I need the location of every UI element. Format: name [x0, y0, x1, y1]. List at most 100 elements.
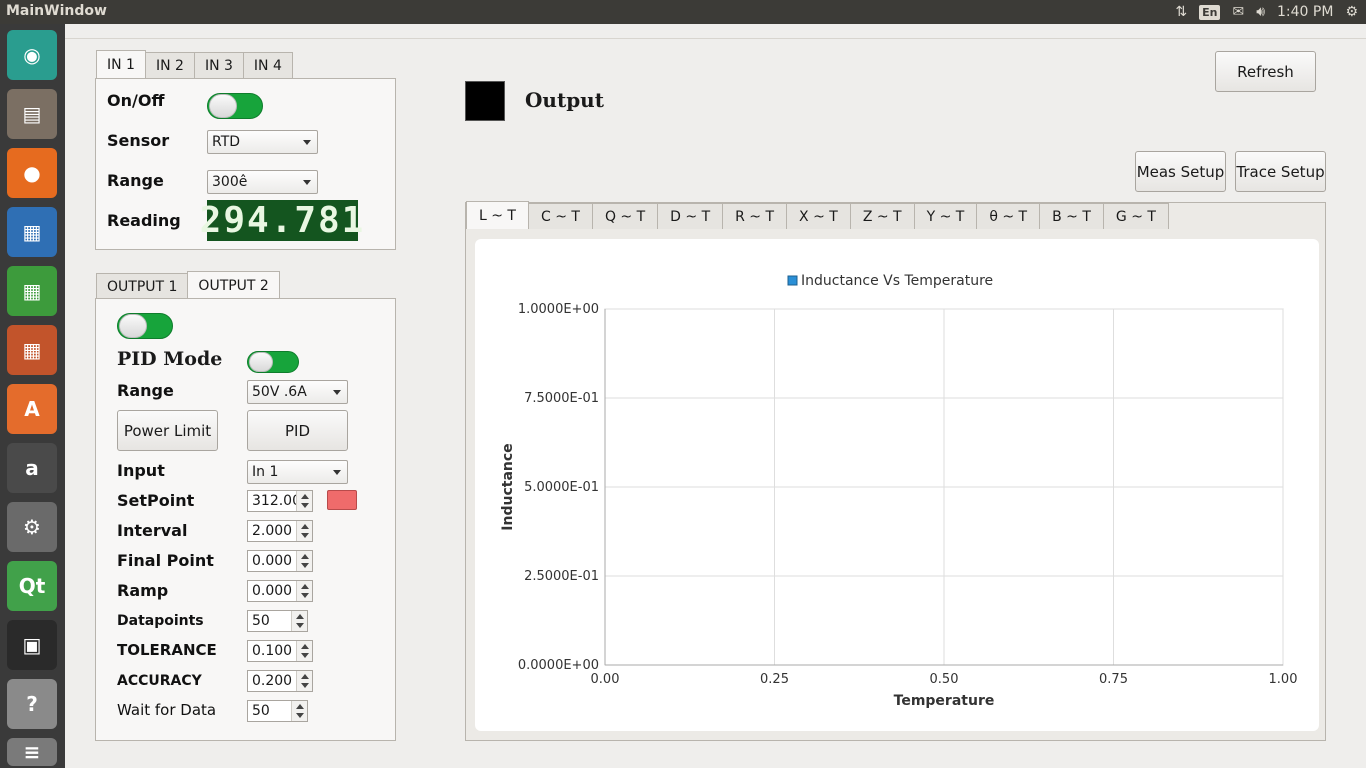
refresh-button[interactable]: Refresh: [1215, 51, 1316, 92]
final-point-value: 0.000: [252, 553, 293, 569]
tab-output2[interactable]: OUTPUT 2: [187, 271, 280, 299]
chart-tab-2[interactable]: Q ~ T: [591, 203, 659, 229]
output-panel: PID Mode Range 50V .6A Power Limit PID I…: [95, 298, 396, 741]
accuracy-label: ACCURACY: [117, 673, 202, 689]
legend-swatch: [787, 275, 798, 286]
input-onoff-toggle[interactable]: [207, 93, 263, 119]
network-icon[interactable]: ⇅: [1175, 4, 1187, 20]
accuracy-spinbox[interactable]: 0.200: [247, 670, 313, 692]
trash-icon[interactable]: ≡: [7, 738, 57, 766]
tab-in2[interactable]: IN 2: [144, 52, 195, 78]
ubuntu-dash-icon[interactable]: ◉: [7, 30, 57, 80]
chart-tab-8[interactable]: θ ~ T: [976, 203, 1041, 229]
reading-lcd-display: 294.781: [199, 200, 366, 241]
firefox-icon[interactable]: ●: [7, 148, 57, 198]
tolerance-value: 0.100: [252, 643, 293, 659]
chevron-up-icon: [301, 584, 309, 589]
input-select[interactable]: In 1: [247, 460, 348, 484]
inductance-chart: 0.00 0.25 0.50 0.75 1.00 0.0000E+00 2.5000E-01…: [500, 273, 1298, 709]
pid-button[interactable]: PID: [247, 410, 348, 451]
settings-icon[interactable]: ⚙: [7, 502, 57, 552]
ramp-spinbox[interactable]: 0.000: [247, 580, 313, 602]
spin-arrows[interactable]: [296, 581, 312, 601]
mail-icon[interactable]: ✉: [1232, 4, 1244, 20]
software-center-icon[interactable]: A: [7, 384, 57, 434]
volume-icon[interactable]: 🔊︎: [1256, 4, 1265, 20]
output-title: Output: [525, 88, 604, 112]
output-onoff-toggle[interactable]: [117, 313, 173, 339]
sensor-select[interactable]: RTD: [207, 130, 318, 154]
app-icon[interactable]: ▣: [7, 620, 57, 670]
writer-icon[interactable]: ▦: [7, 207, 57, 257]
datapoints-value: 50: [252, 613, 270, 629]
power-limit-button[interactable]: Power Limit: [117, 410, 218, 451]
chart-tab-3[interactable]: D ~ T: [657, 203, 724, 229]
y-tick-label: 7.5000E-01: [524, 391, 599, 406]
spin-arrows[interactable]: [296, 551, 312, 571]
chart-tab-0[interactable]: L ~ T: [466, 201, 529, 229]
qt-creator-icon[interactable]: Qt: [7, 561, 57, 611]
chevron-down-icon: [301, 653, 309, 658]
wait-for-data-label: Wait for Data: [117, 701, 217, 719]
chart-tab-7[interactable]: Y ~ T: [913, 203, 978, 229]
wait-for-data-spinbox[interactable]: 50: [247, 700, 308, 722]
chart-tab-10[interactable]: G ~ T: [1102, 203, 1169, 229]
amazon-icon[interactable]: a: [7, 443, 57, 493]
tab-output1[interactable]: OUTPUT 1: [96, 273, 189, 299]
chart-tab-5[interactable]: X ~ T: [786, 203, 851, 229]
power-settings-icon[interactable]: ⚙: [1345, 4, 1358, 20]
interval-spinbox[interactable]: 2.000: [247, 520, 313, 542]
setpoint-value: 312.00: [252, 493, 301, 509]
menu-separator: [65, 38, 1366, 39]
tab-in1[interactable]: IN 1: [96, 50, 146, 78]
tab-in4[interactable]: IN 4: [242, 52, 293, 78]
files-icon[interactable]: ▤: [7, 89, 57, 139]
output-range-label: Range: [117, 381, 174, 400]
spin-arrows[interactable]: [296, 671, 312, 691]
spin-arrows[interactable]: [296, 521, 312, 541]
final-point-spinbox[interactable]: 0.000: [247, 550, 313, 572]
meas-setup-button[interactable]: Meas Setup: [1135, 151, 1226, 192]
chevron-up-icon: [296, 614, 304, 619]
spin-arrows[interactable]: [296, 641, 312, 661]
chart-tab-9[interactable]: B ~ T: [1039, 203, 1104, 229]
chart-tab-1[interactable]: C ~ T: [527, 203, 593, 229]
impress-icon[interactable]: ▦: [7, 325, 57, 375]
tolerance-spinbox[interactable]: 0.100: [247, 640, 313, 662]
datapoints-spinbox[interactable]: 50: [247, 610, 308, 632]
keyboard-layout-indicator[interactable]: En: [1199, 4, 1221, 20]
spin-arrows[interactable]: [296, 491, 312, 511]
chart-tab-6[interactable]: Z ~ T: [849, 203, 915, 229]
main-window: IN 1 IN 2 IN 3 IN 4 On/Off Sensor RTD Ra…: [65, 24, 1366, 768]
ramp-label: Ramp: [117, 581, 169, 600]
range-label: Range: [107, 171, 164, 190]
output-color-swatch[interactable]: [465, 81, 505, 121]
pid-mode-toggle[interactable]: [247, 351, 299, 373]
reading-label: Reading: [107, 211, 181, 230]
input-panel: On/Off Sensor RTD Range 300ê Reading 294…: [95, 78, 396, 250]
x-axis-label: Temperature: [894, 693, 995, 709]
chevron-down-icon: [296, 713, 304, 718]
x-tick-label: 0.75: [1099, 672, 1128, 687]
tab-in3[interactable]: IN 3: [193, 52, 244, 78]
pid-mode-label: PID Mode: [117, 348, 223, 370]
chart-tab-4[interactable]: R ~ T: [722, 203, 788, 229]
x-tick-label: 1.00: [1269, 672, 1298, 687]
output-range-select[interactable]: 50V .6A: [247, 380, 348, 404]
interval-value: 2.000: [252, 523, 293, 539]
setpoint-spinbox[interactable]: 312.00: [247, 490, 313, 512]
calc-icon[interactable]: ▦: [7, 266, 57, 316]
y-axis-label: Inductance: [500, 443, 516, 530]
clock[interactable]: 1:40 PM: [1277, 4, 1333, 20]
tolerance-label: TOLERANCE: [117, 641, 217, 659]
chevron-down-icon: [301, 683, 309, 688]
spin-arrows[interactable]: [291, 701, 307, 721]
top-panel: MainWindow ⇅ En ✉ 🔊︎ 1:40 PM ⚙: [0, 0, 1366, 24]
chevron-up-icon: [301, 554, 309, 559]
help-icon[interactable]: ?: [7, 679, 57, 729]
input-label: Input: [117, 461, 165, 480]
range-value: 300ê: [212, 174, 248, 190]
trace-setup-button[interactable]: Trace Setup: [1235, 151, 1326, 192]
range-select[interactable]: 300ê: [207, 170, 318, 194]
spin-arrows[interactable]: [291, 611, 307, 631]
